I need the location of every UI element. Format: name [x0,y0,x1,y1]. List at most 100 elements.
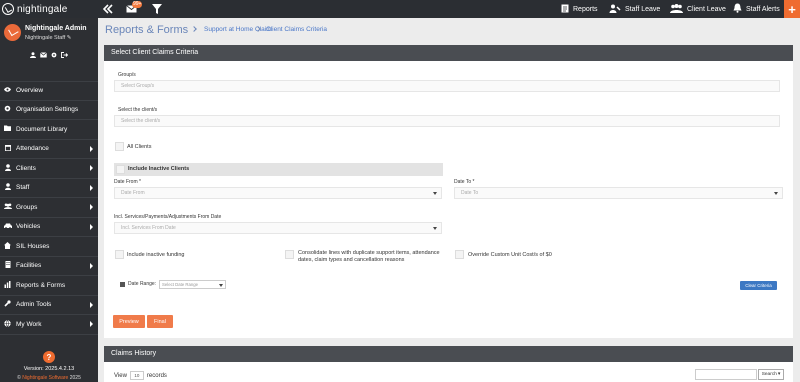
sidebar-item-label: Organisation Settings [16,106,79,114]
date-to-select[interactable]: Date To [454,187,783,199]
preview-button[interactable]: Preview [113,315,145,328]
override-unit-cost-checkbox[interactable] [455,250,464,259]
eye-icon [4,87,11,94]
search-button[interactable]: Search ▾ [758,369,784,380]
logo-text: nightingale [17,3,68,15]
sidebar-item-label: Staff [16,184,30,192]
topbar-reports-link[interactable]: Reports [561,0,598,18]
date-to-label: Date To * [454,179,475,185]
records-label: records [146,372,167,379]
history-search-input[interactable] [695,369,757,380]
chevron-down-icon [433,227,437,230]
edit-profile-icon[interactable]: ✎ [67,35,72,41]
home-icon [4,241,11,251]
topbar-staff-alerts-link[interactable]: Staff Alerts [733,0,780,18]
mail-count-badge: 99+ [132,1,143,8]
criteria-panel-title: Select Client Claims Criteria [104,45,793,61]
clients-select[interactable]: Select the client/s [114,115,780,127]
chevron-down-icon [774,192,778,195]
records-per-page: View 10 records [114,371,167,380]
sidebar-nav: Overview Organisation Settings Document … [0,81,98,335]
claims-history-panel: Claims History View 10 records Search ▾ [104,346,793,382]
building-icon [4,261,11,270]
sidebar-item-my-work[interactable]: My Work [0,315,98,335]
profile-settings-icon[interactable] [51,52,57,62]
sidebar-item-label: Groups [16,203,38,211]
bell-icon [733,3,742,15]
include-inactive-clients-checkbox[interactable] [116,165,125,174]
incl-services-select[interactable]: Incl. Services From Date [114,222,442,234]
sidebar-item-sil-houses[interactable]: SIL Houses [0,237,98,257]
sidebar-item-document-library[interactable]: Document Library [0,120,98,140]
add-button[interactable]: + [784,0,800,18]
gear-icon [4,105,11,114]
consolidate-lines-checkbox[interactable] [285,250,294,259]
copyright-text: © Nightingale Software 2025 [0,375,98,381]
profile-mail-icon[interactable] [40,52,47,62]
topbar-client-leave-label: Client Leave [687,5,726,13]
page-title: Reports & Forms [105,24,189,36]
filter-icon[interactable] [152,3,162,15]
user-icon [4,163,11,173]
sidebar-item-clients[interactable]: Clients [0,159,98,179]
records-per-page-select[interactable]: 10 [129,371,144,380]
staff-icon [4,183,11,192]
sidebar-item-label: Facilities [16,262,42,270]
globe-icon [4,319,11,329]
sidebar-item-organisation-settings[interactable]: Organisation Settings [0,101,98,120]
staff-leave-icon [609,4,621,15]
sidebar-item-staff[interactable]: Staff [0,179,98,198]
sidebar-item-vehicles[interactable]: Vehicles [0,218,98,237]
groups-icon [4,203,12,211]
chevron-right-icon [90,184,93,191]
breadcrumb-chevron-icon [191,26,197,32]
date-from-select[interactable]: Date From [114,187,442,199]
copyright-brand-link[interactable]: Nightingale Software [22,375,68,381]
include-inactive-clients-label: Include Inactive Clients [128,166,190,172]
avatar[interactable] [4,24,21,41]
sidebar-item-admin-tools[interactable]: Admin Tools [0,296,98,315]
groups-label: Group/s [118,72,136,78]
breadcrumb-client-claims-criteria[interactable]: Client Claims Criteria [266,26,327,33]
clear-criteria-button[interactable]: Clear Criteria [740,281,777,290]
chart-icon [4,280,11,290]
sidebar-item-attendance[interactable]: Attendance [0,140,98,159]
date-range-label: Date Range: [128,281,157,287]
sidebar-item-groups[interactable]: Groups [0,198,98,218]
incl-services-label: Incl. Services/Payments/Adjustments From… [114,214,222,220]
chevron-right-icon [90,165,93,171]
reports-icon [561,4,569,15]
groups-select[interactable]: Select Group/s [114,80,780,92]
car-icon [4,223,12,231]
profile-block: Nightingale Admin Nightingale Staff ✎ [0,18,98,48]
sidebar: Nightingale Admin Nightingale Staff ✎ Ov… [0,18,98,382]
chevron-right-icon [90,301,93,308]
sidebar-item-facilities[interactable]: Facilities [0,257,98,276]
breadcrumb-support-at-home-claim[interactable]: Support at Home Claim [204,26,272,33]
sidebar-item-overview[interactable]: Overview [0,81,98,101]
app-logo[interactable]: nightingale [2,2,68,16]
date-from-label: Date From * [114,179,141,185]
criteria-panel: Select Client Claims Criteria Group/s Se… [104,45,793,338]
date-range-select[interactable]: Select Date Range [159,280,226,289]
include-inactive-funding-checkbox[interactable] [115,250,124,259]
help-icon[interactable]: ? [43,351,55,363]
topbar-client-leave-link[interactable]: Client Leave [670,0,726,18]
date-to-value: Date To [461,190,479,196]
logout-icon[interactable] [61,52,69,62]
mail-icon[interactable]: 99+ [124,1,143,15]
copyright-symbol: © [17,375,21,381]
top-bar: nightingale 99+ Reports Staff Leave Clie… [0,0,800,18]
sidebar-item-reports-forms[interactable]: Reports & Forms [0,276,98,296]
override-unit-cost-label: Override Custom Unit Cost/s of $0 [468,251,552,258]
profile-role: Nightingale Staff ✎ [25,35,71,41]
topbar-staff-leave-link[interactable]: Staff Leave [609,0,660,18]
profile-user-icon[interactable] [30,52,36,62]
all-clients-checkbox[interactable] [115,142,124,151]
collapse-sidebar-icon[interactable] [103,3,113,15]
final-button[interactable]: Final [147,315,173,328]
version-text: Version: 2025.4.2.13 [23,366,75,372]
wrench-icon [4,300,11,309]
chevron-right-icon [90,262,93,269]
clients-label: Select the client/s [118,107,158,113]
